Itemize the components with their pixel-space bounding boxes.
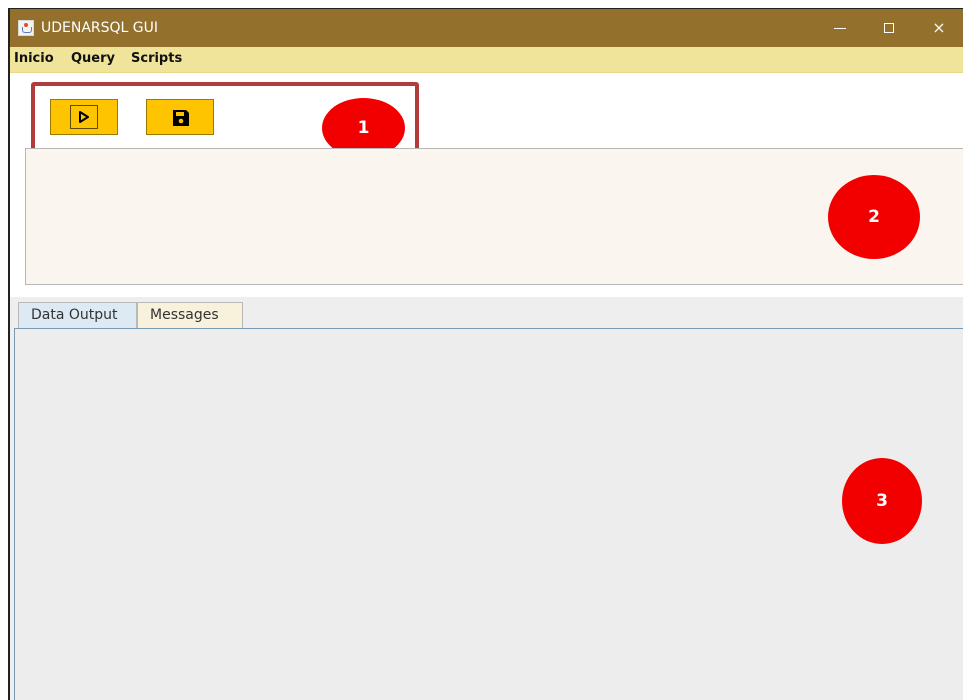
- window-title: UDENARSQL GUI: [41, 20, 159, 36]
- minimize-button[interactable]: [814, 9, 866, 47]
- maximize-button[interactable]: [863, 9, 915, 47]
- minimize-icon: [834, 28, 846, 29]
- tab-messages[interactable]: Messages: [137, 302, 243, 328]
- menu-query[interactable]: Query: [71, 51, 115, 66]
- menu-bar: Inicio Query Scripts: [10, 47, 963, 73]
- data-output-panel[interactable]: [14, 328, 963, 700]
- maximize-icon: [884, 23, 894, 33]
- java-app-icon: [18, 20, 34, 36]
- annotation-badge-3: 3: [842, 458, 922, 544]
- title-bar[interactable]: UDENARSQL GUI ×: [10, 9, 963, 47]
- annotation-badge-2: 2: [828, 175, 920, 259]
- tab-data-output[interactable]: Data Output: [18, 302, 137, 328]
- application-window: UDENARSQL GUI × Inicio Query Scripts 1 2…: [8, 8, 963, 700]
- close-button[interactable]: ×: [913, 9, 963, 47]
- query-editor[interactable]: [25, 148, 963, 285]
- menu-scripts[interactable]: Scripts: [131, 51, 182, 66]
- output-area: Data Output Messages: [10, 297, 963, 700]
- menu-inicio[interactable]: Inicio: [14, 51, 54, 66]
